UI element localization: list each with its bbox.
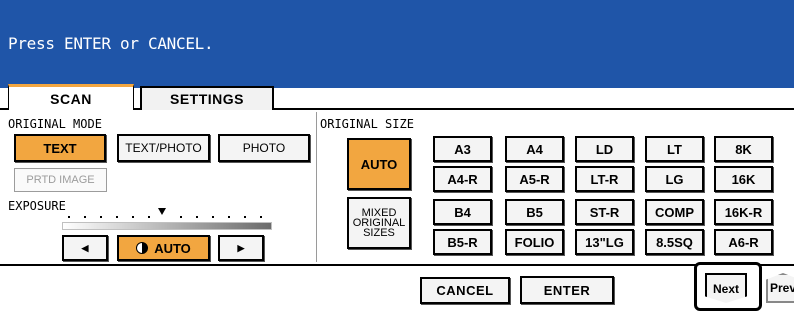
mode-photo-button[interactable]: PHOTO — [218, 134, 310, 162]
mode-text-button[interactable]: TEXT — [14, 134, 106, 162]
size-button[interactable]: 16K — [714, 166, 773, 192]
size-button[interactable]: B5-R — [433, 229, 492, 255]
size-button[interactable]: A5-R — [505, 166, 564, 192]
exposure-pointer-icon — [158, 208, 166, 215]
size-button[interactable]: FOLIO — [505, 229, 564, 255]
size-button[interactable]: COMP — [645, 199, 704, 225]
exposure-auto-label: AUTO — [154, 240, 191, 256]
message-bar: Press ENTER or CANCEL. — [0, 0, 794, 88]
size-button[interactable]: B5 — [505, 199, 564, 225]
left-arrow-icon: ◀ — [81, 242, 89, 253]
exposure-auto-button[interactable]: AUTO — [117, 235, 210, 261]
enter-button[interactable]: ENTER — [520, 276, 614, 304]
cancel-button[interactable]: CANCEL — [420, 277, 510, 304]
exposure-label: EXPOSURE — [8, 199, 66, 213]
size-button[interactable]: A4 — [505, 136, 564, 162]
size-button[interactable]: A3 — [433, 136, 492, 162]
size-button[interactable]: LD — [575, 136, 634, 162]
size-button[interactable]: 16K-R — [714, 199, 773, 225]
exposure-lighter-button[interactable]: ◀ — [62, 235, 108, 261]
size-auto-button[interactable]: AUTO — [347, 138, 411, 190]
size-button[interactable]: 13"LG — [575, 229, 634, 255]
scan-settings-screen: Press ENTER or CANCEL. SCAN SETTINGS ORI… — [0, 0, 794, 311]
exposure-darker-button[interactable]: ▶ — [218, 235, 264, 261]
original-size-label: ORIGINAL SIZE — [320, 117, 414, 131]
size-button[interactable]: LG — [645, 166, 704, 192]
mixed-original-sizes-button[interactable]: MIXED ORIGINAL SIZES — [347, 197, 411, 249]
size-button[interactable]: A6-R — [714, 229, 773, 255]
panel-divider — [316, 112, 317, 262]
exposure-scale — [62, 222, 272, 230]
status-message: Press ENTER or CANCEL. — [8, 34, 214, 53]
size-button[interactable]: LT — [645, 136, 704, 162]
size-button[interactable]: ST-R — [575, 199, 634, 225]
mode-printed-image-button[interactable]: PRTD IMAGE — [14, 168, 107, 192]
mode-text-photo-button[interactable]: TEXT/PHOTO — [117, 134, 210, 162]
original-mode-label: ORIGINAL MODE — [8, 117, 102, 131]
tab-settings[interactable]: SETTINGS — [140, 86, 274, 110]
mixed-line-3: SIZES — [363, 227, 395, 239]
right-arrow-icon: ▶ — [237, 242, 245, 253]
exposure-scale-ticks — [62, 214, 272, 220]
size-button[interactable]: 8.5SQ — [645, 229, 704, 255]
size-button[interactable]: 8K — [714, 136, 773, 162]
size-button[interactable]: LT-R — [575, 166, 634, 192]
tab-scan[interactable]: SCAN — [8, 84, 134, 110]
size-button[interactable]: A4-R — [433, 166, 492, 192]
size-button[interactable]: B4 — [433, 199, 492, 225]
bottom-bar — [0, 266, 794, 311]
contrast-icon — [136, 242, 149, 254]
